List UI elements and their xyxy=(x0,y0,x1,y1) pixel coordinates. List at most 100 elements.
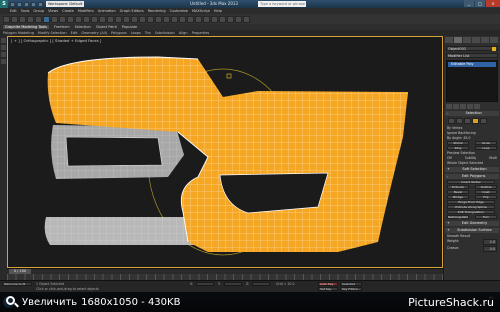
hierarchy-tab-icon[interactable] xyxy=(463,37,471,43)
new-file-button[interactable] xyxy=(10,1,15,7)
extrude-button[interactable]: Extrude xyxy=(447,185,469,189)
object-name-field[interactable]: Object001 xyxy=(446,46,498,51)
turn-button[interactable]: Turn xyxy=(475,215,497,219)
redo-icon[interactable] xyxy=(11,15,18,23)
loop-button[interactable]: Loop xyxy=(475,146,497,150)
stack-item-editable-poly[interactable]: Editable Poly xyxy=(448,62,496,67)
menu-item-views[interactable]: Views xyxy=(48,9,58,13)
undo-button[interactable] xyxy=(31,1,36,7)
snap-icon[interactable] xyxy=(131,15,138,23)
viewport-label[interactable]: [ + ] [ Orthographic ] [ Shaded + Edged … xyxy=(11,38,101,43)
menu-item-maxscript[interactable]: MAXScript xyxy=(192,9,210,13)
preview-multi-radio[interactable]: Multi xyxy=(489,156,497,160)
keyboard-shortcut-icon[interactable] xyxy=(123,15,130,23)
x-coord-input[interactable] xyxy=(196,282,214,286)
tab-object-paint[interactable]: Object Paint xyxy=(96,25,117,29)
ring-button[interactable]: Ring xyxy=(447,146,469,150)
workspace-dropdown[interactable]: Workspace: Default xyxy=(46,1,84,7)
undo-icon[interactable] xyxy=(3,15,10,23)
motion-tab-icon[interactable] xyxy=(472,37,480,43)
move-icon[interactable] xyxy=(75,15,82,23)
close-button[interactable]: × xyxy=(486,0,500,7)
tab-freeform[interactable]: Freeform xyxy=(54,25,70,29)
panel-loops[interactable]: Loops xyxy=(131,31,141,35)
strip-tool-icon[interactable] xyxy=(1,45,6,50)
angle-snap-icon[interactable] xyxy=(139,15,146,23)
menu-item-animation[interactable]: Animation xyxy=(98,9,116,13)
configure-sets-icon[interactable] xyxy=(474,104,480,109)
z-coord-input[interactable] xyxy=(252,282,270,286)
ignore-backfacing-checkbox[interactable]: Ignore Backfacing xyxy=(447,131,497,135)
weight-input[interactable]: 1.0 xyxy=(483,239,497,245)
save-file-button[interactable] xyxy=(24,1,29,7)
soft-selection-rollout-header[interactable]: + Soft Selection xyxy=(445,167,499,172)
display-tab-icon[interactable] xyxy=(481,37,489,43)
maximize-button[interactable]: □ xyxy=(475,0,485,7)
modifier-list-dropdown[interactable]: Modifier List xyxy=(446,53,498,58)
scale-icon[interactable] xyxy=(91,15,98,23)
by-vertex-checkbox[interactable]: By Vertex xyxy=(447,126,497,130)
strip-tool-icon[interactable] xyxy=(1,52,6,57)
hinge-from-edge-button[interactable]: Hinge From Edge xyxy=(447,200,495,204)
perspective-viewport[interactable]: [ + ] [ Orthographic ] [ Shaded + Edged … xyxy=(7,36,443,268)
edit-geometry-rollout-header[interactable]: + Edit Geometry xyxy=(445,221,499,226)
shrink-button[interactable]: Shrink xyxy=(447,141,469,145)
inset-button[interactable]: Inset xyxy=(475,190,497,194)
named-selection-icon[interactable] xyxy=(163,15,170,23)
tab-graphite-modeling[interactable]: Graphite Modeling Tools xyxy=(3,25,50,29)
smooth-result-checkbox[interactable]: Smooth Result xyxy=(447,234,497,238)
auto-key-button[interactable]: Auto Key xyxy=(318,282,338,286)
manipulate-icon[interactable] xyxy=(115,15,122,23)
preview-subobj-radio[interactable]: SubObj xyxy=(465,156,477,160)
menu-item-create[interactable]: Create xyxy=(62,9,74,13)
select-by-name-icon[interactable] xyxy=(51,15,58,23)
link-icon[interactable] xyxy=(19,15,26,23)
border-mode-icon[interactable] xyxy=(464,118,471,124)
edge-mode-icon[interactable] xyxy=(456,118,463,124)
crease-input[interactable]: 0.0 xyxy=(483,246,497,252)
spinner-snap-icon[interactable] xyxy=(155,15,162,23)
grow-button[interactable]: Grow xyxy=(475,141,497,145)
menu-item-customize[interactable]: Customize xyxy=(170,9,188,13)
menu-item-edit[interactable]: Edit xyxy=(10,9,17,13)
panel-align[interactable]: Align xyxy=(179,31,188,35)
edit-polygons-rollout-header[interactable]: - Edit Polygons xyxy=(445,174,499,179)
selection-rollout-header[interactable]: - Selection xyxy=(445,111,499,116)
redo-button[interactable] xyxy=(38,1,43,7)
menu-item-tools[interactable]: Tools xyxy=(21,9,30,13)
menu-item-help[interactable]: Help xyxy=(214,9,222,13)
curve-editor-icon[interactable] xyxy=(203,15,210,23)
material-editor-icon[interactable] xyxy=(219,15,226,23)
tab-populate[interactable]: Populate xyxy=(122,25,137,29)
make-unique-icon[interactable] xyxy=(460,104,466,109)
maxscript-listener[interactable]: Welcome to M xyxy=(2,282,32,286)
key-filters-button[interactable]: Key Filters... xyxy=(340,287,362,291)
panel-geometry[interactable]: Geometry (All) xyxy=(81,31,107,35)
insert-vertex-button[interactable]: Insert Vertex xyxy=(447,180,495,184)
select-icon[interactable] xyxy=(43,15,50,23)
subdivision-surface-rollout-header[interactable]: + Subdivision Surface xyxy=(445,228,499,233)
retriangulate-button[interactable]: Retriangulate xyxy=(447,215,469,219)
app-icon[interactable]: S xyxy=(0,0,8,8)
pin-stack-icon[interactable] xyxy=(446,104,452,109)
panel-subdivision[interactable]: Subdivision xyxy=(155,31,175,35)
tab-selection[interactable]: Selection xyxy=(75,25,91,29)
menu-item-rendering[interactable]: Rendering xyxy=(148,9,166,13)
bridge-button[interactable]: Bridge xyxy=(447,195,469,199)
pivot-icon[interactable] xyxy=(107,15,114,23)
polygon-mode-icon[interactable] xyxy=(472,118,479,124)
menu-item-graph-editors[interactable]: Graph Editors xyxy=(120,9,144,13)
region-select-icon[interactable] xyxy=(59,15,66,23)
vertex-mode-icon[interactable] xyxy=(448,118,455,124)
render-icon[interactable] xyxy=(243,15,250,23)
edit-triangulation-button[interactable]: Edit Triangulation xyxy=(447,210,495,214)
minimize-button[interactable]: _ xyxy=(464,0,474,7)
open-file-button[interactable] xyxy=(17,1,22,7)
object-color-swatch[interactable] xyxy=(492,47,496,51)
panel-tris[interactable]: Tris xyxy=(145,31,151,35)
extrude-along-spline-button[interactable]: Extrude Along Spline xyxy=(447,205,495,209)
layer-manager-icon[interactable] xyxy=(187,15,194,23)
utilities-tab-icon[interactable] xyxy=(490,37,498,43)
element-mode-icon[interactable] xyxy=(480,118,487,124)
panel-modify-selection[interactable]: Modify Selection xyxy=(38,31,67,35)
